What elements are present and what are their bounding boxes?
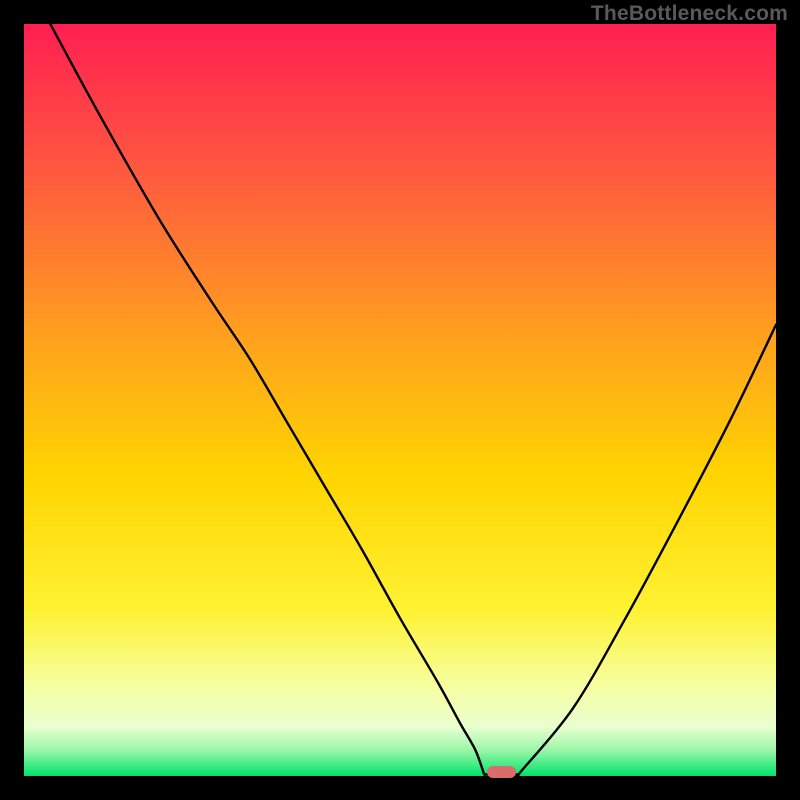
gradient-background <box>24 24 776 776</box>
bottleneck-chart <box>0 0 800 800</box>
chart-stage: TheBottleneck.com <box>0 0 800 800</box>
minimum-marker <box>487 766 516 778</box>
watermark-text: TheBottleneck.com <box>591 2 788 26</box>
